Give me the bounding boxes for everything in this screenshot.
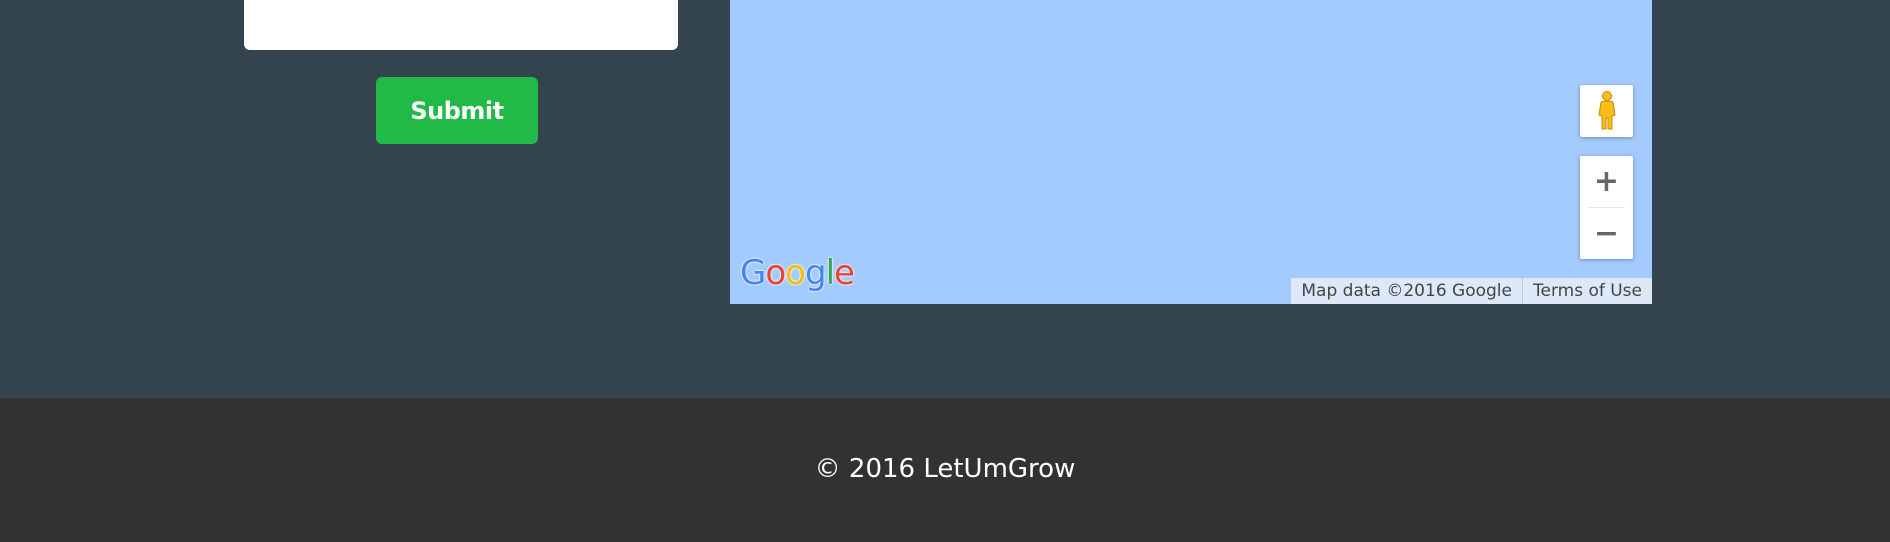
copyright-text: © 2016 LetUmGrow: [814, 454, 1076, 484]
zoom-control: + −: [1580, 156, 1633, 259]
plus-icon: +: [1593, 163, 1620, 199]
contact-section: Submit + − Google Map data ©2016 Google …: [0, 0, 1890, 398]
submit-button[interactable]: Submit: [376, 77, 538, 144]
terms-of-use-link[interactable]: Terms of Use: [1523, 278, 1652, 304]
pegman-icon: [1598, 91, 1615, 130]
page-footer: © 2016 LetUmGrow: [0, 398, 1890, 542]
zoom-in-button[interactable]: +: [1580, 156, 1633, 207]
zoom-out-button[interactable]: −: [1580, 208, 1633, 259]
map-data-label: Map data ©2016 Google: [1301, 281, 1512, 301]
message-textarea[interactable]: [244, 0, 678, 50]
google-map[interactable]: + − Google Map data ©2016 Google Terms o…: [730, 0, 1652, 304]
google-logo: Google: [740, 253, 855, 293]
map-attribution-bar: Map data ©2016 Google Terms of Use: [1291, 278, 1652, 304]
street-view-button[interactable]: [1580, 85, 1633, 137]
minus-icon: −: [1593, 215, 1620, 251]
